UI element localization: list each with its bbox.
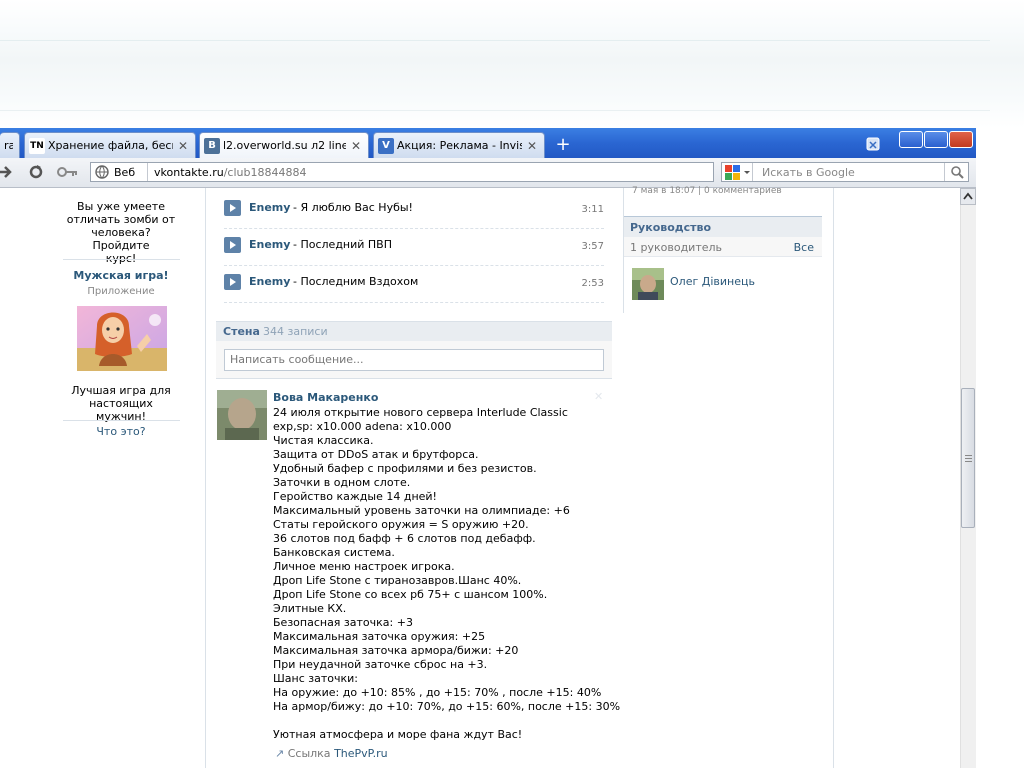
- play-icon[interactable]: [224, 200, 241, 216]
- v-favicon-icon: V: [378, 137, 394, 154]
- tab-title: l2.overworld.su л2 linea...: [223, 139, 346, 152]
- tab-invisi[interactable]: V Акция: Реклама - Invisi... ✕: [373, 132, 545, 158]
- divider: [63, 259, 180, 260]
- wall-header[interactable]: Стена 344 записи: [216, 321, 612, 341]
- ad-game-title[interactable]: Мужская игра!: [66, 269, 176, 282]
- tab-partial[interactable]: ra: [0, 132, 20, 158]
- tab-overworld[interactable]: B l2.overworld.su л2 linea... ✕: [199, 132, 369, 158]
- closed-tabs-button[interactable]: [862, 135, 884, 153]
- key-button[interactable]: [57, 165, 79, 179]
- divider: [833, 188, 834, 768]
- audio-track[interactable]: Enemy - Я люблю Вас Нубы! 3:11: [224, 192, 604, 229]
- search-input[interactable]: Искать в Google: [762, 166, 855, 179]
- what-is-this-link[interactable]: Что это?: [66, 425, 176, 438]
- leadership-title: Руководство: [630, 221, 712, 234]
- link-icon: ↗: [275, 747, 285, 760]
- track-artist[interactable]: Enemy: [249, 201, 290, 214]
- maximize-button[interactable]: [924, 131, 948, 148]
- google-icon: [725, 165, 750, 180]
- delete-post-icon[interactable]: ✕: [594, 390, 603, 403]
- ad-zombie-text[interactable]: Вы уже умеете отличать зомби от человека…: [66, 200, 176, 265]
- track-artist[interactable]: Enemy: [249, 238, 290, 251]
- reload-button[interactable]: [27, 164, 45, 180]
- tab-title: Хранение файла, беспл...: [48, 139, 173, 152]
- track-artist[interactable]: Enemy: [249, 275, 290, 288]
- new-tab-button[interactable]: +: [552, 135, 574, 155]
- tab-file-storage[interactable]: TN Хранение файла, беспл... ✕: [24, 132, 196, 158]
- track-duration: 2:53: [581, 278, 604, 289]
- tab-title: ra: [4, 139, 13, 152]
- track-title: - Я люблю Вас Нубы!: [293, 201, 413, 214]
- divider: [205, 188, 206, 768]
- forward-button[interactable]: [0, 164, 14, 180]
- track-title: - Последний ПВП: [293, 238, 392, 251]
- url-text[interactable]: vkontakte.ru/club18844884: [154, 166, 306, 179]
- track-duration: 3:11: [581, 204, 604, 215]
- ad-game-image[interactable]: [77, 306, 167, 371]
- wall-count: 344 записи: [263, 325, 328, 338]
- audio-track[interactable]: Enemy - Последний ПВП 3:57: [224, 229, 604, 266]
- forward-arrow-icon: [0, 166, 12, 178]
- search-button[interactable]: [944, 163, 968, 181]
- chevron-up-icon: [963, 192, 973, 200]
- author-avatar[interactable]: [217, 390, 267, 440]
- play-icon[interactable]: [224, 237, 241, 253]
- plus-icon: +: [555, 134, 571, 155]
- post-link[interactable]: ↗ Ссылка ThePvP.ru: [275, 747, 388, 760]
- post-text: 24 июля открытие нового сервера Interlud…: [273, 406, 621, 741]
- search-engine-selector[interactable]: [723, 163, 753, 181]
- web-site-info-button[interactable]: Веб: [92, 163, 148, 181]
- close-tab-icon[interactable]: ✕: [350, 139, 362, 153]
- leaders-count: 1 руководитель: [630, 241, 723, 254]
- audio-track[interactable]: Enemy - Последним Вздохом 2:53: [224, 266, 604, 303]
- scroll-remnant: [0, 207, 4, 211]
- leader-avatar[interactable]: [632, 268, 664, 300]
- leader-name[interactable]: Олег Дівинець: [670, 275, 755, 288]
- scroll-up-button[interactable]: [960, 188, 976, 205]
- trash-icon: [866, 137, 880, 151]
- close-tab-icon[interactable]: ✕: [177, 139, 189, 153]
- tab-title: Акция: Реклама - Invisi...: [397, 139, 522, 152]
- top-meta[interactable]: 7 мая в 18:07 | 0 комментариев: [632, 186, 782, 196]
- leadership-header[interactable]: Руководство: [624, 216, 822, 237]
- magnifier-icon: [951, 166, 964, 179]
- globe-icon: [95, 165, 109, 179]
- close-tab-icon[interactable]: ✕: [526, 139, 538, 153]
- close-window-button[interactable]: [949, 131, 973, 148]
- wall-message-input[interactable]: Написать сообщение...: [224, 349, 604, 371]
- wall-title: Стена: [223, 325, 260, 338]
- ad-game-desc[interactable]: Лучшая игра для настоящих мужчин!: [66, 384, 176, 423]
- all-leaders-link[interactable]: Все: [794, 241, 814, 254]
- vk-favicon-icon: B: [204, 137, 220, 154]
- tn-favicon-icon: TN: [29, 137, 45, 154]
- key-icon: [57, 167, 77, 177]
- play-icon[interactable]: [224, 274, 241, 290]
- scrollbar-thumb[interactable]: [961, 388, 975, 528]
- web-label: Веб: [114, 165, 136, 179]
- divider: [63, 420, 180, 421]
- leadership-subheader: 1 руководитель Все: [624, 237, 822, 257]
- ad-game-type: Приложение: [87, 286, 155, 297]
- minimize-button[interactable]: [899, 131, 923, 148]
- post-author[interactable]: Вова Макаренко: [273, 391, 378, 404]
- track-duration: 3:57: [581, 241, 604, 252]
- track-title: - Последним Вздохом: [293, 275, 419, 288]
- reload-icon: [29, 165, 43, 179]
- desktop-background: [0, 0, 1024, 128]
